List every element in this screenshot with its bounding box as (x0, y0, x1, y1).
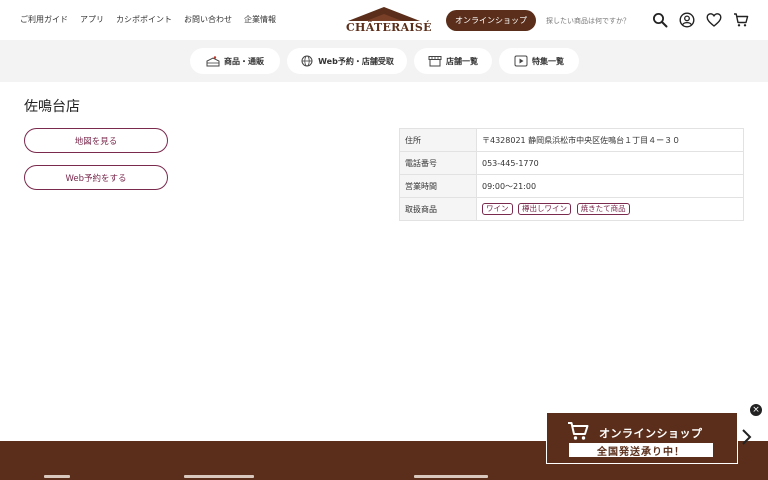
nav-contact-link[interactable]: お問い合わせ (184, 14, 232, 25)
logo-text: CHÂTERAISÉ (346, 21, 432, 34)
web-reserve-button[interactable]: Web予約をする (24, 165, 168, 190)
banner-title: オンラインショップ (599, 427, 703, 440)
footer-heading-fragment (414, 475, 488, 478)
banner-cart-icon (568, 422, 589, 440)
header: ご利用ガイド アプリ カシポポイント お問い合わせ 企業情報 CHÂTERAIS… (0, 0, 768, 40)
online-shop-banner[interactable]: オンラインショップ 全国発送承り中！ (546, 412, 738, 464)
heart-icon[interactable] (706, 12, 722, 28)
category-stores-label: 店舗一覧 (446, 56, 478, 66)
category-reserve-label: Web予約・店舗受取 (318, 56, 394, 66)
cart-icon[interactable] (733, 12, 749, 28)
store-icon (428, 56, 442, 67)
product-tag-fresh-baked: 焼きたて商品 (576, 203, 630, 215)
table-row: 取扱商品 ワイン 樽出しワイン 焼きたて商品 (399, 197, 744, 221)
nav-points-link[interactable]: カシポポイント (116, 14, 172, 25)
nav-company-link[interactable]: 企業情報 (244, 14, 276, 25)
product-tag-wine: ワイン (482, 203, 513, 215)
phone-value[interactable]: 053-445-1770 (476, 151, 744, 175)
address-value: 〒4328021 静岡県浜松市中央区佐鳴台１丁目４ー３０ (476, 128, 744, 152)
banner-close-button[interactable]: × (749, 403, 763, 417)
table-row: 電話番号 053-445-1770 (399, 151, 744, 175)
nav-guide-link[interactable]: ご利用ガイド (20, 14, 68, 25)
category-products-button[interactable]: 商品・通販 (190, 48, 280, 74)
page-title: 佐鳴台店 (24, 99, 80, 115)
product-tag-barrel-wine: 樽出しワイン (518, 203, 572, 215)
products-label: 取扱商品 (399, 197, 477, 221)
online-shop-button[interactable]: オンラインショップ (446, 10, 536, 31)
category-products-label: 商品・通販 (224, 56, 264, 66)
logo[interactable]: CHÂTERAISÉ (346, 6, 432, 36)
chevron-right-icon[interactable] (740, 426, 754, 448)
store-info-table: 住所 〒4328021 静岡県浜松市中央区佐鳴台１丁目４ー３０ 電話番号 053… (399, 128, 744, 221)
category-stores-button[interactable]: 店舗一覧 (414, 48, 492, 74)
category-bar: 商品・通販 Web予約・店舗受取 店舗一覧 特集一覧 (0, 40, 768, 82)
address-label: 住所 (399, 128, 477, 152)
search-icon[interactable] (652, 12, 668, 28)
table-row: 営業時間 09:00～21:00 (399, 174, 744, 198)
hours-label: 営業時間 (399, 174, 477, 198)
top-nav: ご利用ガイド アプリ カシポポイント お問い合わせ 企業情報 (20, 14, 276, 25)
footer-heading-fragment (184, 475, 254, 478)
account-icon[interactable] (679, 12, 695, 28)
close-icon: × (752, 405, 760, 415)
logo-roof-icon (348, 7, 420, 21)
footer-heading-fragment (44, 475, 70, 478)
map-button[interactable]: 地図を見る (24, 128, 168, 153)
category-features-button[interactable]: 特集一覧 (499, 48, 579, 74)
products-value: ワイン 樽出しワイン 焼きたて商品 (476, 197, 744, 221)
globe-icon (301, 55, 313, 67)
table-row: 住所 〒4328021 静岡県浜松市中央区佐鳴台１丁目４ー３０ (399, 128, 744, 152)
category-reserve-button[interactable]: Web予約・店舗受取 (287, 48, 407, 74)
search-input[interactable] (546, 11, 648, 31)
play-icon (514, 55, 528, 67)
phone-label: 電話番号 (399, 151, 477, 175)
banner-subtitle: 全国発送承り中！ (569, 443, 713, 458)
cake-icon (206, 56, 220, 67)
hours-value: 09:00～21:00 (476, 174, 744, 198)
nav-app-link[interactable]: アプリ (80, 14, 104, 25)
category-features-label: 特集一覧 (532, 56, 564, 66)
